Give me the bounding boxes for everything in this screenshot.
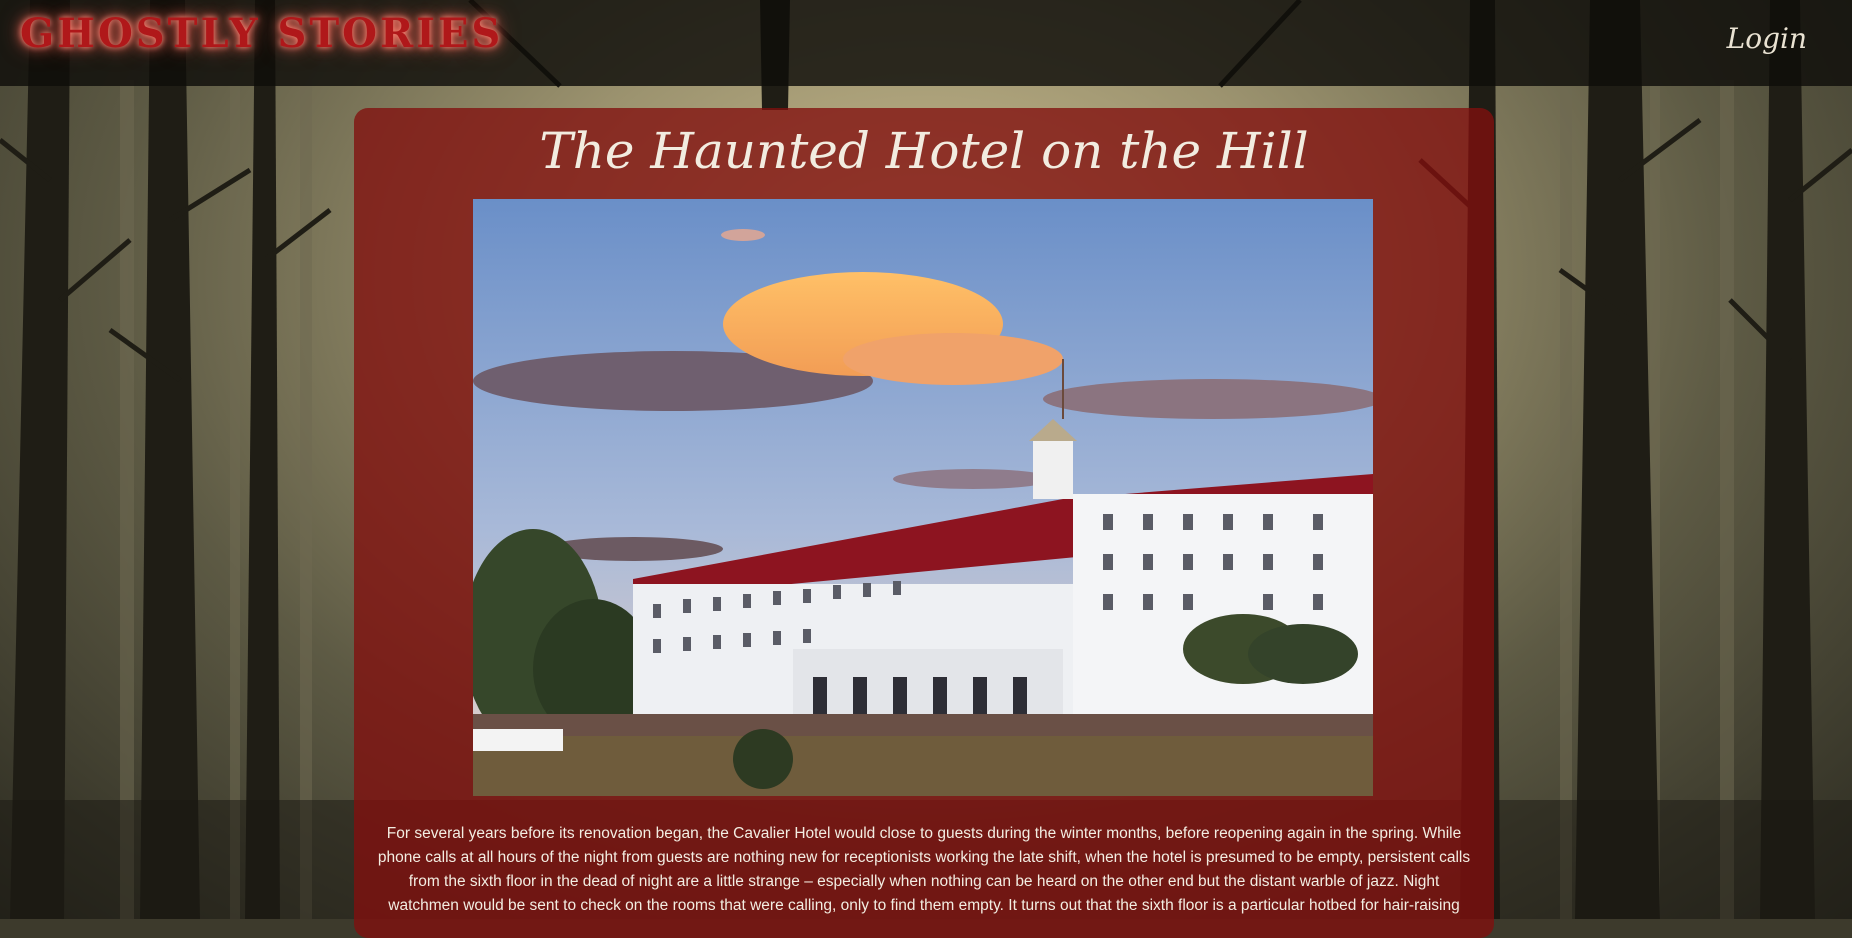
hotel-photo <box>473 199 1373 796</box>
article-body: For several years before its renovation … <box>377 825 1471 914</box>
article-title: The Haunted Hotel on the Hill <box>539 122 1309 180</box>
site-logo[interactable]: GHOSTLY STORIES <box>20 10 503 57</box>
site-header: GHOSTLY STORIES Login <box>0 0 1852 86</box>
article-panel: The Haunted Hotel on the Hill For severa… <box>354 108 1494 938</box>
login-link[interactable]: Login <box>1727 22 1807 55</box>
